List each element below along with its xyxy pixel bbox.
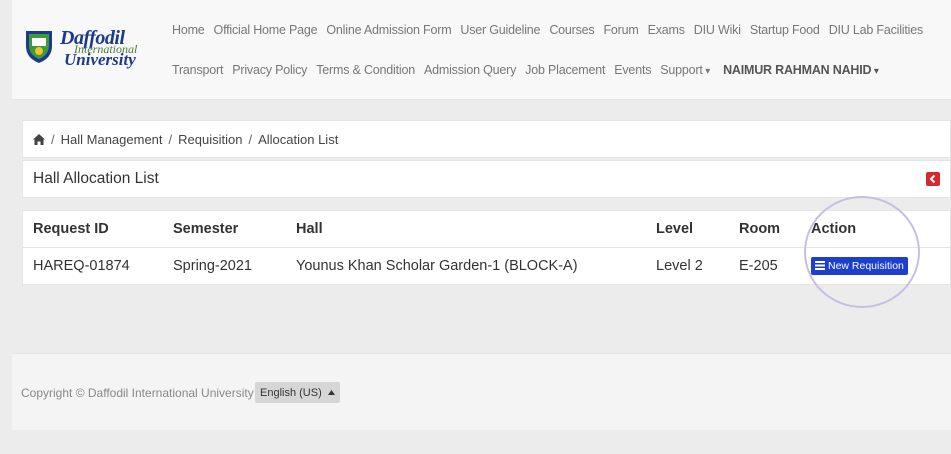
- footer: Copyright © Daffodil International Unive…: [12, 353, 951, 430]
- caret-up-icon: [327, 390, 335, 395]
- list-icon: [815, 261, 825, 271]
- allocation-table-panel: Request ID Semester Hall Level Room Acti…: [22, 210, 951, 285]
- breadcrumb-hall-management[interactable]: Hall Management: [61, 132, 163, 147]
- table-row: HAREQ-01874 Spring-2021 Younus Khan Scho…: [23, 247, 950, 284]
- logo-line-3: University: [64, 50, 136, 69]
- breadcrumb-separator: /: [248, 132, 253, 147]
- nav-courses[interactable]: Courses: [549, 23, 594, 37]
- breadcrumb-requisition[interactable]: Requisition: [178, 132, 242, 147]
- breadcrumb-allocation-list: Allocation List: [258, 132, 339, 147]
- language-select[interactable]: English (US): [255, 382, 340, 403]
- nav-job-placement[interactable]: Job Placement: [525, 63, 605, 77]
- nav-diu-lab-facilities[interactable]: DIU Lab Facilities: [829, 23, 924, 37]
- header-request-id: Request ID: [23, 211, 163, 248]
- nav-row-2: Transport Privacy Policy Terms & Conditi…: [172, 63, 879, 77]
- header-level: Level: [646, 211, 729, 248]
- nav-diu-wiki[interactable]: DIU Wiki: [694, 23, 741, 37]
- nav-home[interactable]: Home: [172, 23, 205, 37]
- copyright-text: Copyright © Daffodil International Unive…: [21, 386, 254, 400]
- title-panel: Hall Allocation List: [22, 160, 951, 198]
- nav-admission-query[interactable]: Admission Query: [424, 63, 516, 77]
- nav-terms-condition[interactable]: Terms & Condition: [316, 63, 415, 77]
- nav-user-guideline[interactable]: User Guideline: [460, 23, 540, 37]
- header-action: Action: [801, 211, 950, 248]
- header-semester: Semester: [163, 211, 286, 248]
- breadcrumb-separator: /: [51, 132, 55, 147]
- language-select-value: English (US): [260, 386, 322, 399]
- cell-semester: Spring-2021: [173, 257, 252, 274]
- university-logo[interactable]: Daffodil International University: [18, 24, 158, 78]
- cell-level: Level 2: [656, 257, 703, 274]
- nav-support-dropdown[interactable]: Support: [660, 63, 710, 77]
- breadcrumb: / Hall Management / Requisition / Alloca…: [33, 132, 940, 147]
- shield-logo-icon: [26, 31, 52, 63]
- page-title: Hall Allocation List: [33, 170, 159, 187]
- header-room: Room: [729, 211, 801, 248]
- new-requisition-label: New Requisition: [828, 259, 904, 272]
- nav-row-1: Home Official Home Page Online Admission…: [172, 23, 932, 37]
- allocation-table: Request ID Semester Hall Level Room Acti…: [23, 211, 950, 284]
- cell-action: New Requisition: [801, 247, 950, 284]
- table-header-row: Request ID Semester Hall Level Room Acti…: [23, 211, 950, 248]
- home-icon[interactable]: [33, 134, 45, 145]
- new-requisition-button[interactable]: New Requisition: [811, 256, 908, 275]
- back-button[interactable]: [926, 172, 940, 186]
- top-navbar: Daffodil International University Home O…: [12, 0, 951, 100]
- nav-startup-food[interactable]: Startup Food: [750, 23, 820, 37]
- nav-exams[interactable]: Exams: [648, 23, 685, 37]
- nav-forum[interactable]: Forum: [603, 23, 638, 37]
- nav-privacy-policy[interactable]: Privacy Policy: [232, 63, 307, 77]
- breadcrumb-panel: / Hall Management / Requisition / Alloca…: [22, 120, 951, 158]
- cell-request-id: HAREQ-01874: [33, 257, 130, 274]
- header-hall: Hall: [286, 211, 646, 248]
- user-menu-dropdown[interactable]: NAIMUR RAHMAN NAHID: [723, 63, 879, 77]
- nav-official-home-page[interactable]: Official Home Page: [214, 23, 318, 37]
- cell-room: E-205: [739, 257, 778, 274]
- nav-online-admission-form[interactable]: Online Admission Form: [326, 23, 451, 37]
- nav-transport[interactable]: Transport: [172, 63, 223, 77]
- arrow-left-icon: [929, 174, 936, 184]
- cell-hall: Younus Khan Scholar Garden-1 (BLOCK-A): [296, 257, 578, 274]
- nav-events[interactable]: Events: [614, 63, 651, 77]
- breadcrumb-separator: /: [168, 132, 173, 147]
